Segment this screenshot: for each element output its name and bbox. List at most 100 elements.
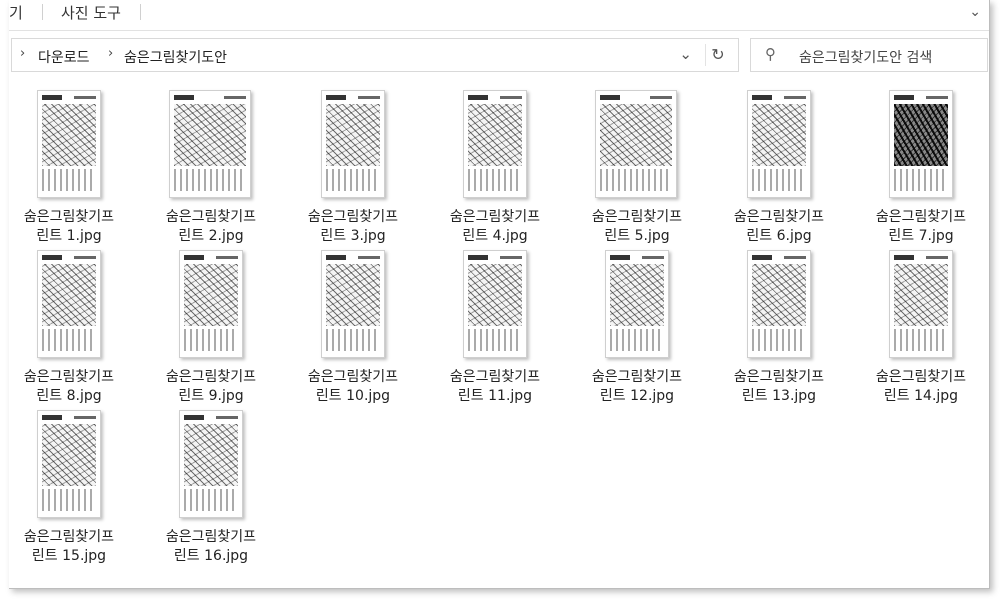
file-name-line2: 린트 8.jpg xyxy=(36,388,102,404)
file-thumbnail[interactable] xyxy=(321,250,385,358)
file-name-label[interactable]: 숨은그림찾기프 린트 11.jpg xyxy=(435,368,555,406)
chevron-right-icon[interactable]: › xyxy=(20,46,25,61)
file-name-label[interactable]: 숨은그림찾기프린트 8.jpg xyxy=(9,368,129,406)
thumbnail-hdr xyxy=(326,95,346,100)
thumbnail-hdr xyxy=(468,95,488,100)
file-name-label[interactable]: 숨은그림찾기프 린트 4.jpg xyxy=(435,208,555,246)
breadcrumb-downloads[interactable]: 다운로드 xyxy=(38,47,90,67)
file-thumbnail[interactable] xyxy=(463,250,527,358)
thumbnail-ttl xyxy=(500,96,522,99)
thumbnail-ttl xyxy=(642,256,664,259)
thumbnail-hdr xyxy=(174,95,194,100)
file-item[interactable]: 숨은그림찾기프 린트 13.jpg xyxy=(719,250,839,404)
thumbnail-pic xyxy=(326,264,380,326)
file-name-line1: 숨은그림찾기프 xyxy=(733,209,825,225)
file-thumbnail[interactable] xyxy=(463,90,527,198)
thumbnail-pic xyxy=(42,424,96,486)
file-item[interactable]: 숨은그림찾기프린트 5.jpg xyxy=(577,90,697,244)
file-name-line2: 린트 4.jpg xyxy=(462,228,528,244)
thumbnail-icons xyxy=(600,169,672,191)
thumbnail-pic xyxy=(468,104,522,166)
file-item[interactable]: 숨은그림찾기프린트 8.jpg xyxy=(9,250,129,404)
file-thumbnail[interactable] xyxy=(179,250,243,358)
file-thumbnail[interactable] xyxy=(605,250,669,358)
file-name-line2: 린트 3.jpg xyxy=(320,228,386,244)
file-item[interactable]: 숨은그림찾기프 린트 10.jpg xyxy=(293,250,413,404)
ribbon-tab-partial[interactable]: 기 xyxy=(9,2,23,23)
file-name-line1: 숨은그림찾기프 xyxy=(591,209,683,225)
file-thumbnail[interactable] xyxy=(321,90,385,198)
thumbnail-hdr xyxy=(752,95,772,100)
search-icon: ⚲ xyxy=(765,45,776,63)
file-name-line2: 린트 9.jpg xyxy=(178,388,244,404)
thumbnail-ttl xyxy=(650,96,672,99)
file-name-label[interactable]: 숨은그림찾기프 린트 10.jpg xyxy=(293,368,413,406)
file-item[interactable]: 숨은그림찾기프 린트 16.jpg xyxy=(151,410,271,564)
file-name-line2: 린트 12.jpg xyxy=(599,388,675,404)
file-name-label[interactable]: 숨은그림찾기프 린트 3.jpg xyxy=(293,208,413,246)
chevron-right-icon[interactable]: › xyxy=(108,46,113,61)
file-item[interactable]: 숨은그림찾기프 린트 9.jpg xyxy=(151,250,271,404)
file-name-line2: 린트 5.jpg xyxy=(604,228,670,244)
file-name-line1: 숨은그림찾기프 xyxy=(875,209,967,225)
file-name-line2: 린트 1.jpg xyxy=(36,228,102,244)
thumbnail-pic xyxy=(468,264,522,326)
file-thumbnail[interactable] xyxy=(37,250,101,358)
thumbnail-pic xyxy=(326,104,380,166)
file-thumbnail[interactable] xyxy=(169,90,251,198)
file-thumbnail[interactable] xyxy=(595,90,677,198)
file-item[interactable]: 숨은그림찾기프 린트 4.jpg xyxy=(435,90,555,244)
file-name-label[interactable]: 숨은그림찾기프린트 1.jpg xyxy=(9,208,129,246)
thumbnail-ttl xyxy=(358,96,380,99)
file-name-label[interactable]: 숨은그림찾기프 린트 13.jpg xyxy=(719,368,839,406)
file-item[interactable]: 숨은그림찾기프 린트 6.jpg xyxy=(719,90,839,244)
thumbnail-icons xyxy=(184,329,238,351)
file-item[interactable]: 숨은그림찾기프 린트 15.jpg xyxy=(9,410,129,564)
file-name-label[interactable]: 숨은그림찾기프 린트 16.jpg xyxy=(151,528,271,566)
thumbnail-ttl xyxy=(784,256,806,259)
file-item[interactable]: 숨은그림찾기프린트 1.jpg xyxy=(9,90,129,244)
file-name-line1: 숨은그림찾기프 xyxy=(23,369,115,385)
refresh-icon[interactable]: ↻ xyxy=(705,44,730,66)
file-item[interactable]: 숨은그림찾기프 린트 11.jpg xyxy=(435,250,555,404)
file-item[interactable]: 숨은그림찾기프 린트 2.jpg xyxy=(151,90,271,244)
file-thumbnail[interactable] xyxy=(37,90,101,198)
file-thumbnail[interactable] xyxy=(747,250,811,358)
file-item[interactable]: 숨은그림찾기프 린트 14.jpg xyxy=(861,250,981,404)
file-name-line1: 숨은그림찾기프 xyxy=(23,209,115,225)
file-name-label[interactable]: 숨은그림찾기프 린트 12.jpg xyxy=(577,368,697,406)
thumbnail-hdr xyxy=(184,415,204,420)
thumbnail-icons xyxy=(326,329,380,351)
ribbon-tab-photo-tools[interactable]: 사진 도구 xyxy=(61,2,121,23)
thumbnail-icons xyxy=(752,169,806,191)
thumbnail-hdr xyxy=(184,255,204,260)
address-history-chevron-down-icon[interactable]: ⌄ xyxy=(679,45,692,63)
file-thumbnail[interactable] xyxy=(889,250,953,358)
file-name-label[interactable]: 숨은그림찾기프린트 5.jpg xyxy=(577,208,697,246)
file-name-label[interactable]: 숨은그림찾기프 린트 15.jpg xyxy=(9,528,129,566)
file-thumbnail[interactable] xyxy=(37,410,101,518)
breadcrumb-current-folder[interactable]: 숨은그림찾기도안 xyxy=(124,47,227,67)
thumbnail-hdr xyxy=(752,255,772,260)
file-name-label[interactable]: 숨은그림찾기프 린트 6.jpg xyxy=(719,208,839,246)
file-name-label[interactable]: 숨은그림찾기프 린트 9.jpg xyxy=(151,368,271,406)
file-thumbnail[interactable] xyxy=(889,90,953,198)
ribbon-collapse-chevron-icon[interactable]: ⌄ xyxy=(969,4,981,20)
file-item[interactable]: 숨은그림찾기프 린트 7.jpg xyxy=(861,90,981,244)
file-name-line2: 린트 11.jpg xyxy=(457,388,533,404)
file-item[interactable]: 숨은그림찾기프 린트 12.jpg xyxy=(577,250,697,404)
search-box[interactable]: ⚲ 숨은그림찾기도안 검색 xyxy=(750,38,988,72)
file-thumbnail[interactable] xyxy=(179,410,243,518)
file-item[interactable]: 숨은그림찾기프 린트 3.jpg xyxy=(293,90,413,244)
thumbnail-ttl xyxy=(74,416,96,419)
file-thumbnail[interactable] xyxy=(747,90,811,198)
thumbnail-ttl xyxy=(224,96,246,99)
file-name-label[interactable]: 숨은그림찾기프 린트 7.jpg xyxy=(861,208,981,246)
file-name-label[interactable]: 숨은그림찾기프 린트 2.jpg xyxy=(151,208,271,246)
file-name-label[interactable]: 숨은그림찾기프 린트 14.jpg xyxy=(861,368,981,406)
thumbnail-pic xyxy=(752,104,806,166)
thumbnail-pic xyxy=(894,104,948,166)
thumbnail-icons xyxy=(326,169,380,191)
address-bar[interactable]: › 다운로드 › 숨은그림찾기도안 ⌄ ↻ xyxy=(11,38,739,72)
thumbnail-hdr xyxy=(42,95,62,100)
